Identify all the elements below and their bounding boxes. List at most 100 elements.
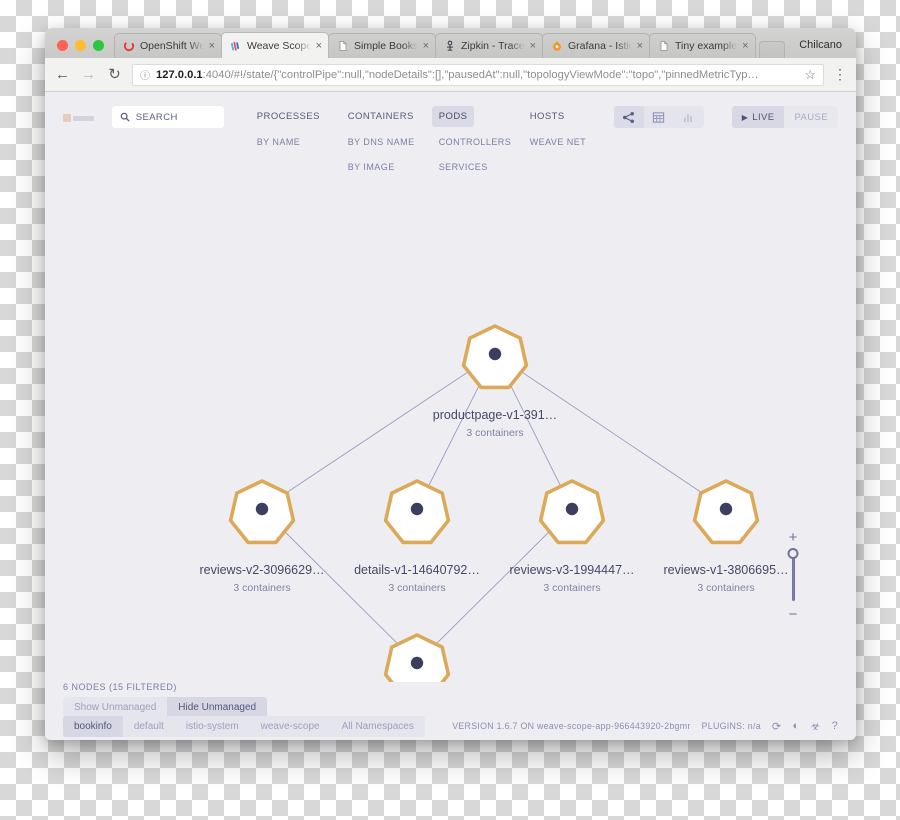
graph-view-icon [623,111,635,123]
openshift-icon [123,40,135,52]
topology-column-containers: CONTAINERS BY DNS NAME BY IMAGE [341,106,432,182]
live-label: LIVE [752,111,775,123]
window-traffic-lights [53,40,114,58]
zoom-control[interactable]: + − [782,530,804,622]
tab-title: Zipkin - Trace [461,40,525,52]
zoom-out-button[interactable]: − [789,607,798,622]
tab-title: Tiny example [675,40,738,52]
page-icon [660,41,668,51]
weave-icon [230,41,240,51]
node-label: reviews-v2-3096629… [199,563,324,577]
url-host: 127.0.0.1 [156,68,203,81]
browser-omnibox-bar: ← → ↻ ⓘ 127.0.0.1:4040/#!/state/{"contro… [45,58,856,92]
namespace-istio-system[interactable]: istio-system [175,716,250,737]
edge-productpage-reviews-v2 [261,353,496,510]
close-tab-icon[interactable]: × [530,40,536,52]
graph-node-details-v1[interactable]: details-v1-14640792… 3 containers [354,479,480,594]
browser-tab-grafana[interactable]: Grafana - Istio × [542,33,650,58]
graph-node-reviews-v2[interactable]: reviews-v2-3096629… 3 containers [199,479,325,594]
node-count-label: 6 NODES (15 FILTERED) [63,682,177,692]
version-label: VERSION 1.6.7 ON weave-scope-app-9664439… [452,721,691,731]
bookmark-star-icon[interactable]: ☆ [804,67,816,83]
zoom-in-button[interactable]: + [789,530,798,545]
new-tab-button[interactable] [758,41,785,58]
search-icon [120,112,130,122]
search-input[interactable]: SEARCH [111,106,224,128]
topology-column-hosts: HOSTS WEAVE NET [523,106,614,182]
plugins-label: PLUGINS: n/a [701,721,761,731]
graph-view-button[interactable] [613,106,644,128]
namespace-bookinfo[interactable]: bookinfo [63,715,123,737]
live-pause-switcher: ▶ LIVE PAUSE [731,106,838,128]
tab-title: Weave Scope [247,39,311,52]
node-dot [488,347,502,361]
app-toolbar: SEARCH PROCESSES BY NAME CONTAINERS BY D… [45,92,856,172]
pause-button[interactable]: PAUSE [784,106,838,128]
pause-label: PAUSE [794,111,828,123]
minimize-window-button[interactable] [75,40,86,51]
browser-profile-name[interactable]: Chilcano [799,39,856,58]
help-icon[interactable]: ? [832,720,838,732]
close-tab-icon[interactable]: × [637,40,643,52]
node-label: reviews-v3-1994447… [509,563,634,577]
view-mode-switcher [613,106,704,128]
weave-scope-logo [63,112,94,124]
address-bar[interactable]: ⓘ 127.0.0.1:4040/#!/state/{"controlPipe"… [132,63,824,86]
search-placeholder: SEARCH [135,111,178,123]
address-bar-url: 127.0.0.1:4040/#!/state/{"controlPipe":n… [156,69,798,81]
graph-node-ratings-v1[interactable]: ratings-v1-3271068… 3 containers [357,633,477,682]
topology-processes[interactable]: PROCESSES [250,106,327,127]
namespace-default[interactable]: default [123,716,175,737]
graph-node-reviews-v3[interactable]: reviews-v3-1994447… 3 containers [509,479,635,594]
bug-icon[interactable]: ☣ [810,720,820,733]
browser-tab-openshift[interactable]: OpenShift We × [114,33,222,58]
live-button[interactable]: ▶ LIVE [731,106,785,128]
topology-pods-controllers[interactable]: CONTROLLERS [432,132,518,152]
browser-tab-weave-scope[interactable]: Weave Scope × [221,32,329,58]
namespace-selector: bookinfo default istio-system weave-scop… [63,715,425,737]
topology-containers-by-dns-name[interactable]: BY DNS NAME [341,132,422,152]
app-footer: bookinfo default istio-system weave-scop… [45,712,856,740]
topology-hosts[interactable]: HOSTS [523,106,572,127]
graph-node-reviews-v1[interactable]: reviews-v1-3806695… 3 containers [663,479,789,594]
node-sublabel: 3 containers [466,427,523,439]
node-dot [410,656,424,670]
tab-title: Grafana - Istio [568,40,632,52]
topology-graph-canvas[interactable]: productpage-v1-391… 3 containers reviews… [45,172,856,682]
node-label: reviews-v1-3806695… [663,563,788,577]
table-view-button[interactable] [644,106,674,128]
topology-hosts-weave-net[interactable]: WEAVE NET [523,132,593,152]
browser-tab-simple-books[interactable]: Simple Books × [328,33,436,58]
refresh-icon[interactable]: ⟳ [772,720,782,733]
node-dot [719,502,733,516]
namespace-weave-scope[interactable]: weave-scope [250,716,331,737]
zoom-slider-track[interactable] [787,548,799,601]
contrast-icon[interactable]: ◐ [792,720,799,732]
maximize-window-button[interactable] [93,40,104,51]
grafana-icon [553,41,561,51]
reload-button[interactable]: ↻ [106,67,123,82]
browser-tab-tiny-example[interactable]: Tiny example × [649,33,756,58]
topology-graph: productpage-v1-391… 3 containers reviews… [199,324,789,682]
url-path: :4040/#!/state/{"controlPipe":null,"node… [202,68,759,81]
browser-window: OpenShift We × Weave Scope × Simple Book… [45,28,856,740]
node-sublabel: 3 containers [233,582,290,594]
close-tab-icon[interactable]: × [742,40,748,52]
namespace-all[interactable]: All Namespaces [331,716,425,737]
topology-processes-by-name[interactable]: BY NAME [250,132,308,152]
close-tab-icon[interactable]: × [316,40,322,52]
topology-selector: PROCESSES BY NAME CONTAINERS BY DNS NAME… [250,106,614,182]
zoom-slider-knob[interactable] [787,548,799,559]
browser-menu-icon[interactable]: ⋮ [833,67,847,81]
forward-button[interactable]: → [80,67,97,82]
close-tab-icon[interactable]: × [423,40,429,52]
table-view-icon [653,111,665,123]
resource-view-button[interactable] [674,106,704,128]
topology-pods[interactable]: PODS [431,106,475,127]
browser-tab-zipkin[interactable]: Zipkin - Trace × [435,33,543,58]
topology-containers[interactable]: CONTAINERS [341,106,421,127]
close-tab-icon[interactable]: × [209,40,215,52]
site-info-icon[interactable]: ⓘ [140,67,150,82]
close-window-button[interactable] [57,40,68,51]
back-button[interactable]: ← [54,67,71,82]
